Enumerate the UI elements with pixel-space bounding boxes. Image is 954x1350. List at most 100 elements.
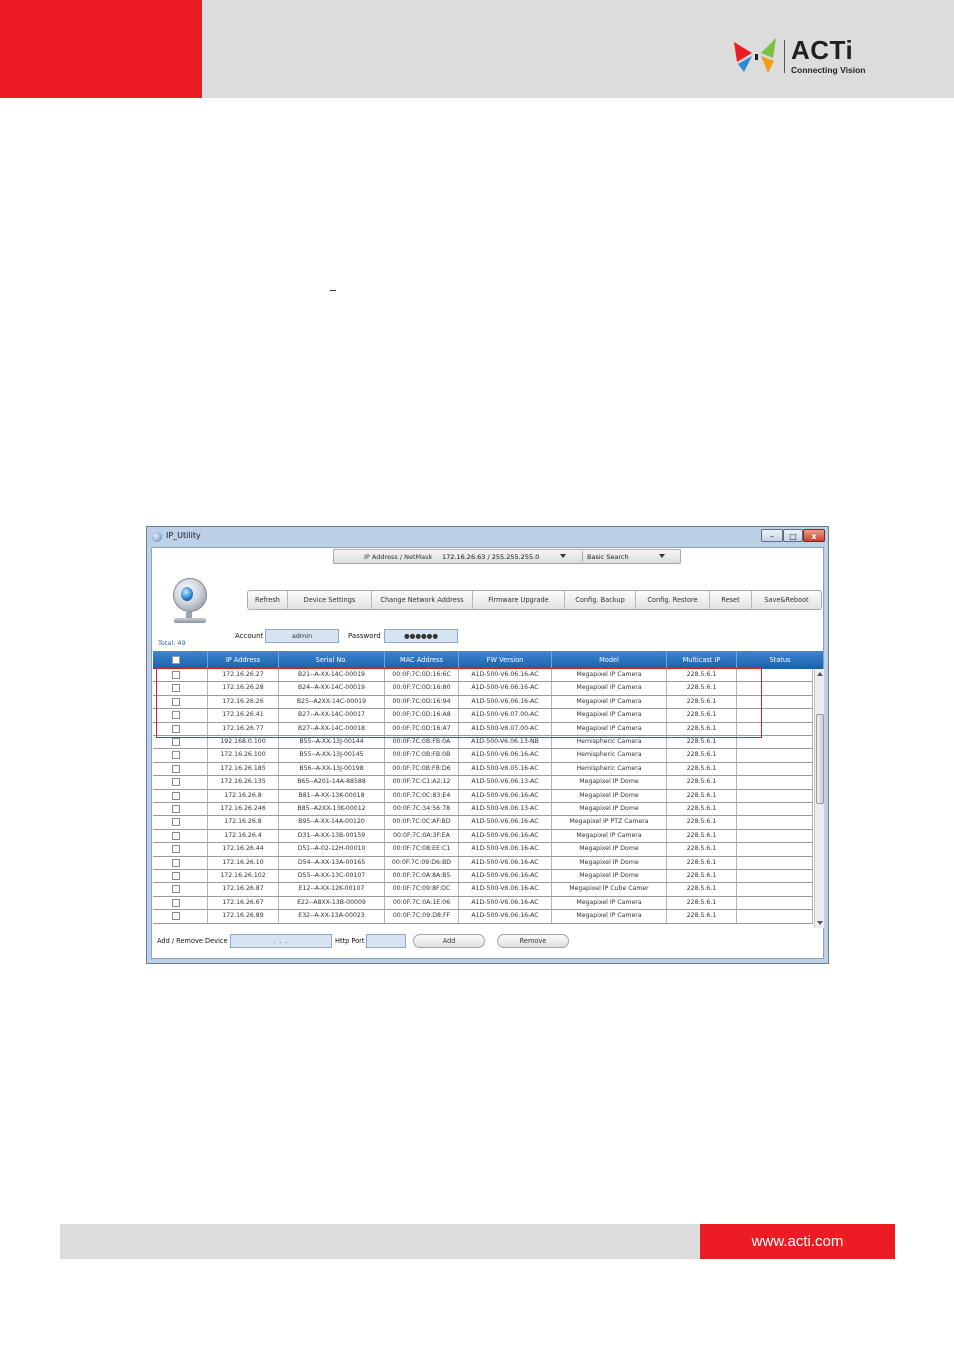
column-model[interactable]: Model [552,651,667,669]
scroll-up-arrow-icon[interactable] [817,672,823,676]
cell-status [737,896,813,910]
table-row[interactable]: 172.16.26.100 B55--A-XX-13J-00145 00:0F:7C… [153,749,813,763]
refresh-button[interactable]: Refresh [248,591,288,609]
window-title: IP_Utility [166,531,201,540]
table-row[interactable]: 172.16.26.8 B95--A-XX-14A-00120 00:0F:7C:0… [153,816,813,830]
http-port-input[interactable] [366,934,406,948]
row-checkbox[interactable] [172,818,180,827]
password-input[interactable]: ●●●●●● [384,629,458,643]
footer-url[interactable]: www.acti.com [700,1224,895,1259]
table-row[interactable]: 172.16.26.135 B65--A201-14A-88588 00:0F:7C… [153,776,813,790]
scroll-down-arrow-icon[interactable] [817,921,823,925]
device-settings-button[interactable]: Device Settings [288,591,372,609]
row-checkbox[interactable] [172,912,180,921]
search-dropdown-arrow-icon[interactable] [659,554,665,558]
device-total-count: Total: 49 [158,639,186,647]
column-fw-version[interactable]: FW Version [459,651,552,669]
column-ip-address[interactable]: IP Address [208,651,279,669]
firmware-upgrade-button[interactable]: Firmware Upgrade [473,591,565,609]
ip-utility-window: IP_Utility – □ x IP Address / NetMask 17… [146,526,829,964]
cell-mac-address: 00:0F:7C:C1:A2:12 [385,776,459,789]
remove-button[interactable]: Remove [497,934,569,948]
row-checkbox[interactable] [172,778,180,787]
column-status[interactable]: Status [737,651,823,669]
close-button[interactable]: x [803,529,825,542]
column-multicast-ip[interactable]: Multicast IP [667,651,737,669]
row-checkbox[interactable] [172,751,180,760]
ip-netmask-label: IP Address / NetMask [364,553,433,561]
column-serial-no[interactable]: Serial No. [279,651,385,669]
ip-dropdown-arrow-icon[interactable] [560,554,566,558]
row-checkbox[interactable] [172,885,180,894]
minimize-button[interactable]: – [761,529,783,542]
table-row[interactable]: 172.16.26.26 B25--A2XX-14C-00019 00:0F:7C:… [153,695,813,710]
cell-status [737,776,813,789]
cell-model: Megapixel IP Cube Camer [552,883,667,896]
row-checkbox[interactable] [172,791,180,800]
table-row[interactable]: 172.16.26.89 E32--A-XX-13A-00023 00:0F:7C:… [153,910,813,924]
column-mac-address[interactable]: MAC Address [385,651,459,669]
table-row[interactable]: 172.16.26.67 E22--A8XX-13B-00009 00:0F:7C:… [153,896,813,911]
window-titlebar[interactable]: IP_Utility – □ x [147,527,828,547]
table-row[interactable]: 172.16.26.246 B85--A2XX-13K-00012 00:0F:7C… [153,803,813,817]
row-checkbox[interactable] [172,898,180,907]
cell-status [737,789,813,802]
table-row[interactable]: 192.168.0.100 B55--A-XX-13J-00144 00:0F:7C… [153,736,813,750]
row-checkbox[interactable] [172,845,180,854]
cell-fw-version: A1D-500-V6.06.16-AC [459,695,552,709]
row-checkbox[interactable] [172,872,180,880]
account-input[interactable]: admin [265,629,339,643]
cell-model: Megapixel IP Camera [552,695,667,709]
row-checkbox[interactable] [172,764,180,773]
add-button[interactable]: Add [413,934,485,948]
ip-netmask-select[interactable]: 172.16.26.63 / 255.255.255.0 [442,553,539,561]
row-checkbox[interactable] [172,724,180,733]
scroll-thumb[interactable] [816,714,824,804]
add-remove-device-label: Add / Remove Device [157,937,228,945]
cell-mac-address: 00:0F:7C:09:8F:DC [385,883,459,896]
table-row[interactable]: 172.16.26.4 D31--A-XX-13B-00159 00:0F:7C:0… [153,829,813,844]
cell-multicast-ip: 228.5.6.1 [667,736,737,749]
cell-serial-no: B65--A201-14A-88588 [279,776,385,789]
change-network-address-button[interactable]: Change Network Address [372,591,473,609]
table-row[interactable]: 172.16.26.185 B56--A-XX-13J-00198 00:0F:7C… [153,762,813,777]
search-mode-value: Basic Search [587,553,629,561]
cell-mac-address: 00:0F:7C:0C:AF:BD [385,816,459,829]
device-ip-input[interactable]: . . . [230,934,332,948]
cell-ip-address: 192.168.0.100 [208,736,279,749]
cell-select [153,736,208,749]
save-reboot-button[interactable]: Save&Reboot [752,591,821,609]
row-checkbox[interactable] [172,684,180,693]
row-checkbox[interactable] [172,697,180,706]
config-backup-button[interactable]: Config. Backup [565,591,636,609]
table-vertical-scrollbar[interactable] [814,669,824,928]
reset-button[interactable]: Reset [710,591,752,609]
cell-select [153,789,208,802]
cell-mac-address: 00:0F:7C:08:EE:C1 [385,843,459,856]
action-toolbar: Refresh Device Settings Change Network A… [247,590,822,610]
table-row[interactable]: 172.16.26.87 E12--A-XX-12K-00107 00:0F:7C:… [153,883,813,897]
row-checkbox[interactable] [172,671,180,679]
config-restore-button[interactable]: Config. Restore [636,591,710,609]
table-row[interactable]: 172.16.26.8 B81--A-XX-13K-00018 00:0F:7C:0… [153,789,813,803]
select-all-checkbox[interactable] [172,656,180,664]
row-checkbox[interactable] [172,738,180,746]
row-checkbox[interactable] [172,858,180,867]
table-row[interactable]: 172.16.26.41 B27--A-XX-14C-00017 00:0F:7C:… [153,709,813,723]
table-row[interactable]: 172.16.26.44 D51--A-02-12H-00010 00:0F:7C:… [153,843,813,857]
cell-serial-no: B55--A-XX-13J-00145 [279,749,385,762]
table-row[interactable]: 172.16.26.10 D54--A-XX-13A-00165 00:0F:7C:… [153,856,813,870]
row-checkbox[interactable] [172,805,180,813]
search-mode-select[interactable]: Basic Search [582,551,679,562]
row-checkbox[interactable] [172,831,180,840]
cell-serial-no: B81--A-XX-13K-00018 [279,789,385,802]
table-row[interactable]: 172.16.26.27 B21--A-XX-14C-00019 00:0F:7C:… [153,669,813,683]
table-row[interactable]: 172.16.26.28 B24--A-XX-14C-00019 00:0F:7C:… [153,682,813,696]
cell-select [153,803,208,816]
row-checkbox[interactable] [172,711,180,720]
table-row[interactable]: 172.16.26.102 D55--A-XX-13C-00107 00:0F:7C… [153,870,813,884]
maximize-button[interactable]: □ [783,529,803,542]
page-header-red-block [0,0,202,98]
cell-multicast-ip: 228.5.6.1 [667,803,737,816]
table-row[interactable]: 172.16.26.77 B27--A-XX-14C-00018 00:0F:7C:… [153,722,813,736]
